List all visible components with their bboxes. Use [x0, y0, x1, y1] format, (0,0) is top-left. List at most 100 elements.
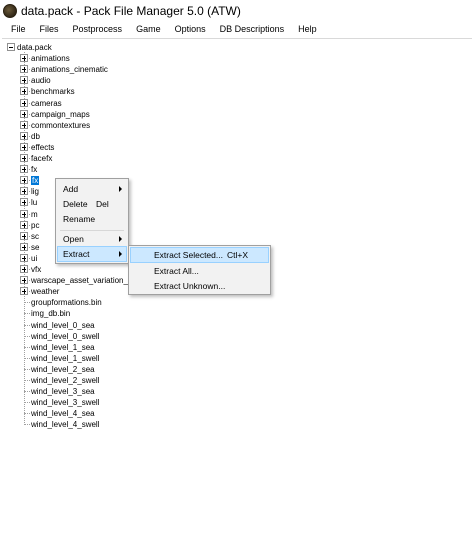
expand-icon[interactable]	[20, 253, 28, 262]
tree-guide-line	[24, 346, 30, 348]
tree-node-file[interactable]: wind_level_1_swell	[31, 353, 99, 364]
tree-node-file[interactable]: groupformations.bin	[31, 297, 102, 308]
expand-icon[interactable]	[20, 276, 28, 285]
tree-node-folder[interactable]: effects	[31, 142, 54, 153]
title-bar: data.pack - Pack File Manager 5.0 (ATW)	[0, 0, 474, 21]
tree-node-label: ui	[31, 253, 38, 263]
tree-node-label: lu	[31, 198, 38, 208]
pack-tree-view[interactable]: data.pack animations animations_cinematic a…	[2, 38, 472, 558]
tree-node-label: benchmarks	[31, 87, 75, 97]
extract-unknown-item[interactable]: Extract Unknown...	[129, 278, 270, 294]
menu-postprocess[interactable]: Postprocess	[66, 21, 130, 37]
expand-icon[interactable]	[20, 98, 28, 107]
expand-icon[interactable]	[20, 154, 28, 162]
expand-icon[interactable]	[20, 142, 28, 151]
tree-node-folder[interactable]: animations_cinematic	[31, 64, 108, 75]
context-menu-open[interactable]: Open	[56, 231, 128, 247]
tree-node-label: wind_level_0_swell	[31, 331, 100, 341]
expand-icon[interactable]	[20, 220, 28, 229]
tree-node-folder[interactable]: se	[31, 242, 39, 253]
extract-all-label: Extract All...	[154, 266, 199, 276]
tree-guide-line	[29, 269, 30, 270]
extract-all-item[interactable]: Extract All...	[129, 263, 270, 279]
tree-node-file[interactable]: wind_level_0_swell	[31, 331, 99, 342]
tree-node-file[interactable]: img_db.bin	[31, 308, 70, 319]
expand-icon[interactable]	[20, 187, 28, 196]
collapse-icon[interactable]	[7, 43, 15, 51]
expand-icon[interactable]	[20, 287, 28, 296]
tree-node-folder[interactable]: m	[31, 209, 38, 220]
tree-node-label: m	[31, 209, 38, 219]
extract-selected-label: Extract Selected...	[154, 250, 223, 260]
expand-icon[interactable]	[20, 54, 28, 63]
tree-node-folder[interactable]: fx	[31, 164, 37, 175]
expand-icon[interactable]	[20, 76, 28, 85]
tree-node-folder[interactable]: lig	[31, 186, 39, 197]
expand-icon[interactable]	[20, 109, 28, 118]
tree-node-root[interactable]: data.pack	[17, 42, 52, 53]
tree-node-label: weather	[31, 287, 60, 297]
tree-node-label: wind_level_3_swell	[31, 398, 100, 408]
tree-node-folder[interactable]: commontextures	[31, 120, 90, 131]
menu-help[interactable]: Help	[291, 21, 324, 37]
expand-icon[interactable]	[20, 231, 28, 240]
tree-node-folder[interactable]: db	[31, 131, 40, 142]
tree-node-folder[interactable]: campaign_maps	[31, 109, 90, 120]
tree-node-label: wind_level_4_sea	[31, 409, 95, 419]
tree-node-file[interactable]: wind_level_2_sea	[31, 364, 95, 375]
tree-node-file[interactable]: wind_level_1_sea	[31, 342, 95, 353]
expand-icon[interactable]	[20, 198, 28, 207]
menu-db-descriptions[interactable]: DB Descriptions	[213, 21, 292, 37]
tree-node-label: wind_level_4_swell	[31, 420, 100, 430]
tree-node-label: lig	[31, 187, 40, 197]
tree-node-folder[interactable]: weather	[31, 286, 59, 297]
expand-icon[interactable]	[20, 242, 28, 251]
tree-node-folder[interactable]: warscape_asset_variation_db	[31, 275, 137, 286]
tree-node-file[interactable]: wind_level_3_sea	[31, 386, 95, 397]
extract-selected-item[interactable]: Extract Selected... Ctl+X	[129, 247, 270, 263]
tree-guide-line	[29, 113, 30, 115]
tree-guide-line	[29, 146, 30, 148]
tree-node-folder[interactable]: vfx	[31, 264, 41, 275]
menu-files[interactable]: Files	[33, 21, 66, 37]
expand-icon[interactable]	[20, 131, 28, 140]
tree-guide-line	[29, 202, 30, 204]
tree-node-file[interactable]: wind_level_0_sea	[31, 320, 95, 331]
tree-node-file[interactable]: wind_level_4_swell	[31, 419, 99, 430]
menu-game[interactable]: Game	[129, 21, 168, 37]
tree-node-folder[interactable]: animations	[31, 53, 70, 64]
tree-guide-line	[29, 91, 30, 93]
menu-options[interactable]: Options	[168, 21, 213, 37]
tree-guide-line	[29, 291, 30, 293]
tree-node-folder[interactable]: lu	[31, 197, 37, 208]
context-menu-extract[interactable]: Extract	[56, 246, 128, 262]
tree-node-folder[interactable]: pc	[31, 220, 39, 231]
expand-icon[interactable]	[20, 120, 28, 129]
expand-icon[interactable]	[20, 209, 28, 218]
tree-node-file[interactable]: wind_level_3_swell	[31, 397, 99, 408]
tree-guide-line	[29, 235, 30, 237]
expand-icon[interactable]	[20, 65, 28, 74]
tree-guide-line	[29, 124, 30, 126]
tree-node-label: img_db.bin	[31, 309, 71, 319]
context-menu-add[interactable]: Add	[56, 181, 128, 197]
tree-node-folder[interactable]: audio	[31, 75, 51, 86]
expand-icon[interactable]	[20, 176, 28, 185]
tree-node-folder[interactable]: benchmarks	[31, 86, 75, 97]
tree-node-label: vfx	[31, 265, 42, 274]
tree-node-folder[interactable]: ui	[31, 253, 37, 264]
tree-node-file[interactable]: wind_level_2_swell	[31, 375, 99, 386]
context-menu-rename[interactable]: Rename	[56, 211, 128, 227]
expand-icon[interactable]	[20, 87, 28, 96]
tree-node-folder[interactable]: sc	[31, 231, 39, 242]
tree-node-folder[interactable]: fx	[31, 175, 40, 186]
tree-node-folder[interactable]: facefx	[31, 153, 52, 164]
menu-file[interactable]: File	[4, 21, 33, 37]
tree-node-folder[interactable]: cameras	[31, 98, 62, 109]
tree-node-label: wind_level_1_sea	[31, 342, 95, 352]
expand-icon[interactable]	[20, 165, 28, 174]
context-menu-delete[interactable]: Delete Del	[56, 196, 128, 212]
context-menu-rename-label: Rename	[63, 214, 96, 224]
tree-node-file[interactable]: wind_level_4_sea	[31, 408, 95, 419]
expand-icon[interactable]	[20, 265, 28, 273]
